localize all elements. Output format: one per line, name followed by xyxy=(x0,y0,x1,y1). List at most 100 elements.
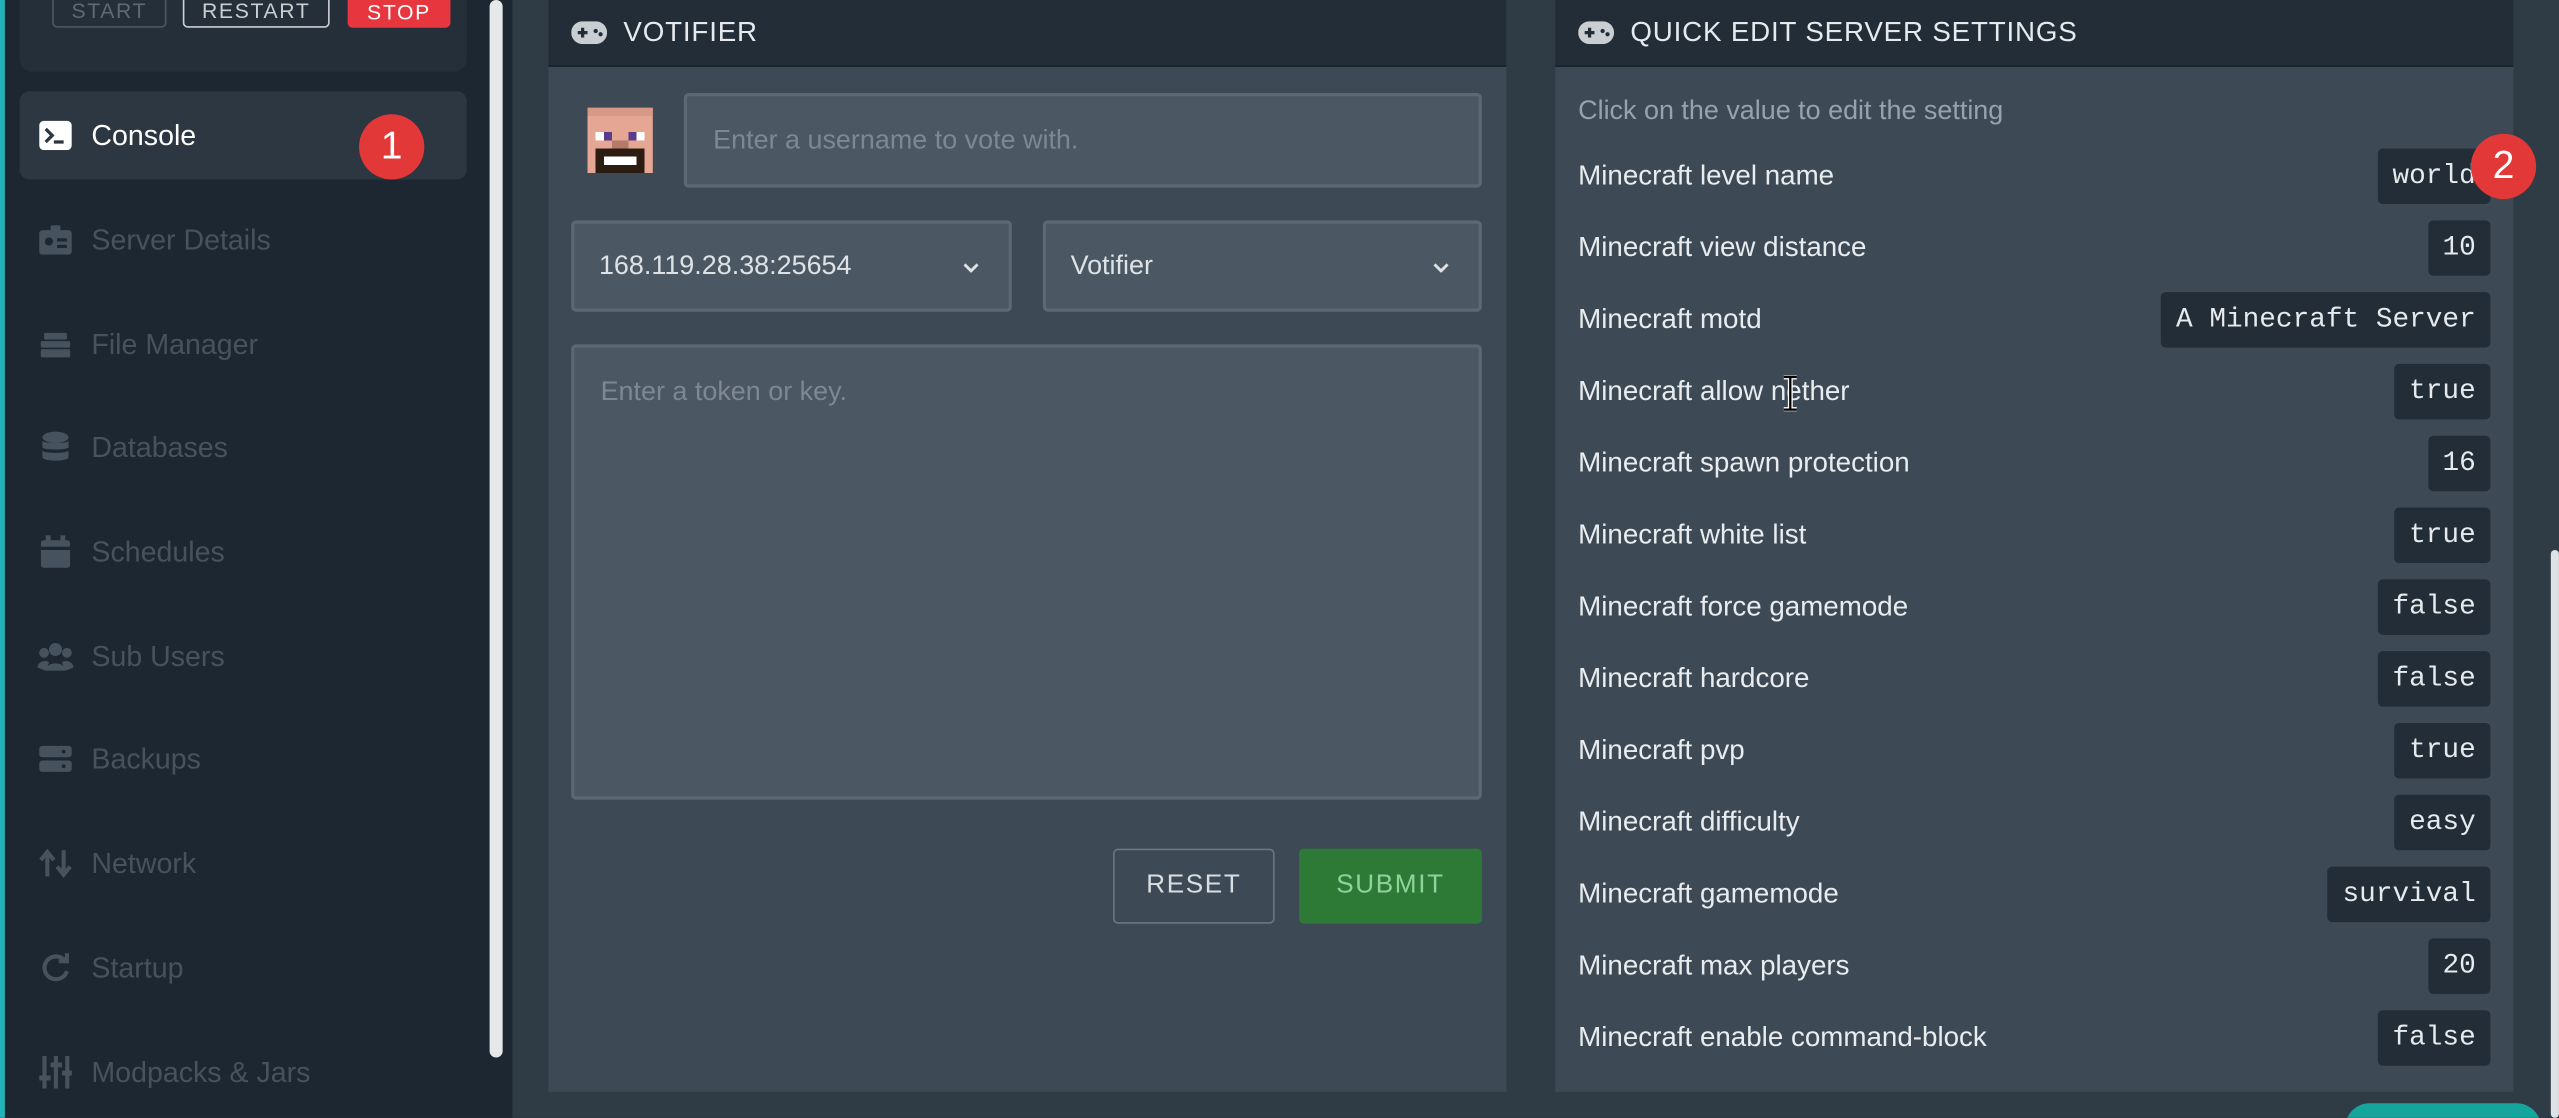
app-window: START RESTART STOP Console Server Detail… xyxy=(0,0,2559,1118)
setting-row: Minecraft view distance 10 xyxy=(1578,220,2491,276)
users-icon xyxy=(37,638,74,674)
step-badge-2: 2 xyxy=(2470,133,2537,200)
setting-row: Minecraft motd A Minecraft Server xyxy=(1578,292,2491,348)
calendar-icon xyxy=(38,534,74,570)
chevron-down-icon xyxy=(1433,263,1449,273)
setting-label: Minecraft difficulty xyxy=(1578,806,1800,838)
sidebar-item-label: Network xyxy=(91,846,197,879)
swap-arrows-icon xyxy=(38,845,74,881)
sidebar-item-file-manager[interactable]: File Manager xyxy=(20,300,467,388)
sidebar-item-backups[interactable]: Backups xyxy=(20,715,467,803)
sidebar-item-label: Console xyxy=(91,118,197,151)
server-address-value: 168.119.28.38:25654 xyxy=(598,250,852,280)
token-textarea[interactable]: Enter a token or key. xyxy=(571,344,1482,800)
username-placeholder: Enter a username to vote with. xyxy=(713,125,1079,156)
setting-row: Minecraft level name world xyxy=(1578,148,2491,204)
setting-value[interactable]: false xyxy=(2377,651,2491,707)
setting-label: Minecraft pvp xyxy=(1578,734,1745,766)
setting-row: Minecraft enable command-block false xyxy=(1578,1010,2491,1066)
setting-label: Minecraft enable command-block xyxy=(1578,1021,1987,1053)
sliders-icon xyxy=(38,1054,74,1090)
sidebar-accent-edge xyxy=(0,0,5,1118)
submit-button[interactable]: SUBMIT xyxy=(1299,848,1482,924)
server-address-select[interactable]: 168.119.28.38:25654 xyxy=(571,220,1012,312)
setting-value[interactable]: false xyxy=(2377,579,2491,635)
setting-value[interactable]: survival xyxy=(2327,866,2491,923)
settings-hint: Click on the value to edit the setting xyxy=(1578,96,2004,126)
setting-row: Minecraft pvp true xyxy=(1578,722,2491,779)
setting-row: Minecraft gamemode survival xyxy=(1578,866,2491,923)
setting-value[interactable]: true xyxy=(2394,363,2491,420)
votifier-title: VOTIFIER xyxy=(623,16,758,48)
chevron-down-icon xyxy=(963,263,979,273)
username-input[interactable]: Enter a username to vote with. xyxy=(683,93,1482,188)
sidebar-scrollbar[interactable] xyxy=(489,0,503,1058)
vote-plugin-select[interactable]: Votifier xyxy=(1042,220,1482,312)
votifier-header: VOTIFIER xyxy=(548,0,1507,67)
floating-action-button[interactable] xyxy=(2345,1103,2542,1118)
sidebar-item-startup[interactable]: Startup xyxy=(20,924,467,1012)
id-card-icon xyxy=(38,222,74,258)
sidebar-item-label: Schedules xyxy=(91,534,225,568)
setting-value[interactable]: true xyxy=(2394,507,2491,564)
reset-button[interactable]: RESET xyxy=(1113,848,1275,924)
restart-button[interactable]: RESTART xyxy=(182,0,330,28)
setting-value[interactable]: 16 xyxy=(2427,435,2491,492)
votifier-panel: VOTIFIER Enter a username to vote with. … xyxy=(548,0,1507,1092)
setting-label: Minecraft allow nether xyxy=(1578,375,1850,407)
vote-plugin-value: Votifier xyxy=(1070,250,1153,280)
sidebar-item-server-details[interactable]: Server Details xyxy=(20,196,467,284)
sidebar-item-label: Server Details xyxy=(91,222,271,256)
settings-header: QUICK EDIT SERVER SETTINGS xyxy=(1555,0,2514,67)
sidebar-item-label: Modpacks & Jars xyxy=(91,1055,311,1088)
setting-row: Minecraft white list true xyxy=(1578,507,2491,564)
setting-row: Minecraft spawn protection 16 xyxy=(1578,435,2491,492)
sidebar-item-label: Backups xyxy=(91,741,201,775)
setting-row: Minecraft allow nether true xyxy=(1578,363,2491,420)
page-scrollbar[interactable] xyxy=(2550,549,2559,1118)
layers-icon xyxy=(38,326,74,362)
setting-label: Minecraft max players xyxy=(1578,949,1850,981)
setting-value[interactable]: A Minecraft Server xyxy=(2161,292,2491,348)
setting-label: Minecraft white list xyxy=(1578,518,1807,550)
token-placeholder: Enter a token or key. xyxy=(600,376,848,407)
setting-label: Minecraft spawn protection xyxy=(1578,447,1910,479)
step-badge-1: 1 xyxy=(359,114,425,180)
setting-label: Minecraft motd xyxy=(1578,303,1762,335)
setting-value[interactable]: easy xyxy=(2394,794,2491,851)
setting-label: Minecraft gamemode xyxy=(1578,878,1839,910)
sidebar-item-label: Sub Users xyxy=(91,638,225,672)
setting-value[interactable]: false xyxy=(2377,1010,2491,1066)
sidebar: START RESTART STOP Console Server Detail… xyxy=(0,0,513,1118)
sidebar-item-network[interactable]: Network xyxy=(20,819,467,907)
setting-value[interactable]: 10 xyxy=(2427,220,2491,276)
setting-label: Minecraft force gamemode xyxy=(1578,590,1909,622)
sidebar-item-label: Startup xyxy=(91,950,184,984)
stop-button[interactable]: STOP xyxy=(347,0,451,28)
power-controls: START RESTART STOP xyxy=(19,0,467,72)
setting-row: Minecraft hardcore false xyxy=(1578,651,2491,707)
server-settings-panel: QUICK EDIT SERVER SETTINGS Click on the … xyxy=(1555,0,2514,1092)
sidebar-item-label: Databases xyxy=(91,430,228,463)
setting-value[interactable]: true xyxy=(2394,722,2491,779)
start-button[interactable]: START xyxy=(52,0,167,28)
minecraft-avatar xyxy=(587,107,653,173)
setting-label: Minecraft level name xyxy=(1578,159,1835,191)
database-icon xyxy=(38,429,74,465)
sidebar-item-schedules[interactable]: Schedules xyxy=(20,508,467,596)
settings-title: QUICK EDIT SERVER SETTINGS xyxy=(1630,16,2078,48)
refresh-icon xyxy=(38,950,74,986)
sidebar-item-sub-users[interactable]: Sub Users xyxy=(20,612,467,700)
sidebar-item-label: File Manager xyxy=(91,327,259,360)
gamepad-icon xyxy=(571,21,608,45)
sidebar-item-databases[interactable]: Databases xyxy=(20,403,467,491)
setting-row: Minecraft max players 20 xyxy=(1578,938,2491,994)
setting-label: Minecraft view distance xyxy=(1578,231,1867,263)
text-cursor-icon xyxy=(1783,375,1797,412)
sidebar-item-modpacks-jars[interactable]: Modpacks & Jars xyxy=(20,1028,467,1116)
setting-label: Minecraft hardcore xyxy=(1578,662,1810,694)
setting-row: Minecraft force gamemode false xyxy=(1578,579,2491,635)
terminal-icon xyxy=(38,118,74,154)
setting-value[interactable]: 20 xyxy=(2427,938,2491,994)
setting-row: Minecraft difficulty easy xyxy=(1578,794,2491,851)
